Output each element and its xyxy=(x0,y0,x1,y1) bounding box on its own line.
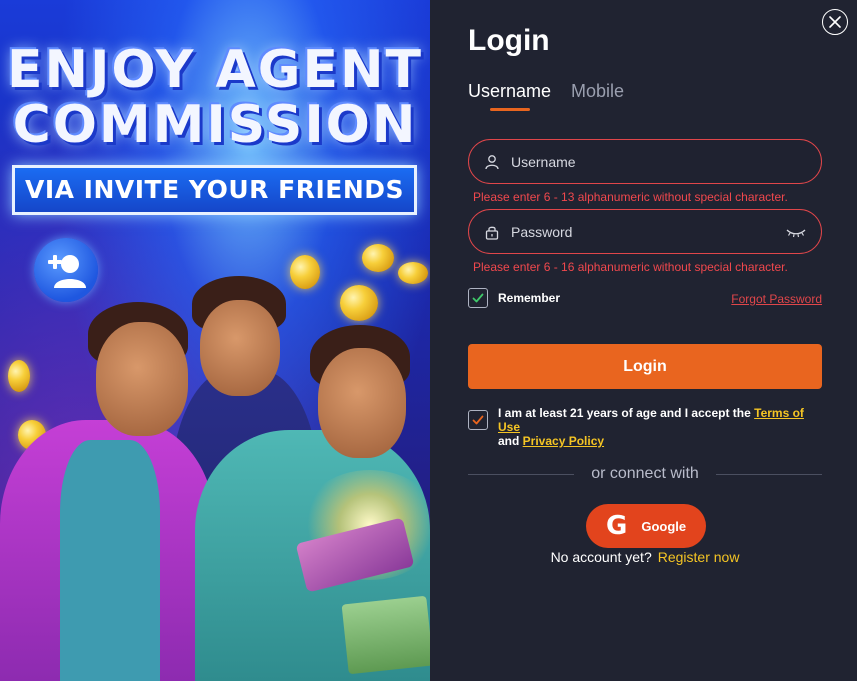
promo-banner: ENJOY AGENT COMMISSION VIA INVITE YOUR F… xyxy=(0,0,430,681)
close-icon xyxy=(829,16,841,28)
lock-icon xyxy=(483,223,501,241)
terms-text-before: I am at least 21 years of age and I acce… xyxy=(498,406,755,420)
close-button[interactable] xyxy=(822,9,848,35)
forgot-password-link[interactable]: Forgot Password xyxy=(731,292,822,306)
register-link[interactable]: Register now xyxy=(658,549,740,565)
no-account-text: No account yet? xyxy=(550,549,652,565)
login-panel: Login Username Mobile Please enter 6 - 1… xyxy=(430,0,857,681)
remember-row: Remember Forgot Password xyxy=(468,288,822,308)
eye-closed-icon[interactable] xyxy=(785,224,807,240)
google-icon: G xyxy=(606,511,628,541)
password-field[interactable] xyxy=(468,209,822,254)
tab-username[interactable]: Username xyxy=(468,81,551,102)
user-icon xyxy=(483,153,501,171)
terms-text-mid: and xyxy=(498,434,523,448)
terms-text: I am at least 21 years of age and I acce… xyxy=(498,406,828,448)
person-illustration xyxy=(0,0,430,681)
google-label: Google xyxy=(641,518,687,534)
remember-checkbox[interactable] xyxy=(468,288,488,308)
username-input[interactable] xyxy=(511,153,771,170)
check-icon xyxy=(472,293,484,303)
privacy-policy-link[interactable]: Privacy Policy xyxy=(523,434,604,448)
remember-label: Remember xyxy=(498,291,561,305)
login-button[interactable]: Login xyxy=(468,344,822,389)
divider-label: or connect with xyxy=(468,465,822,483)
password-error: Please enter 6 - 16 alphanumeric without… xyxy=(473,260,788,274)
divider-text: or connect with xyxy=(579,465,711,482)
page-title: Login xyxy=(468,24,550,57)
active-tab-indicator xyxy=(490,108,530,111)
check-icon xyxy=(472,415,484,425)
terms-checkbox[interactable] xyxy=(468,410,488,430)
password-input[interactable] xyxy=(511,223,771,240)
username-field[interactable] xyxy=(468,139,822,184)
tab-mobile[interactable]: Mobile xyxy=(571,81,624,102)
username-error: Please enter 6 - 13 alphanumeric without… xyxy=(473,190,788,204)
google-login-button[interactable]: G Google xyxy=(586,504,706,548)
register-row: No account yet? Register now xyxy=(468,549,822,565)
login-tabs: Username Mobile xyxy=(468,81,624,102)
